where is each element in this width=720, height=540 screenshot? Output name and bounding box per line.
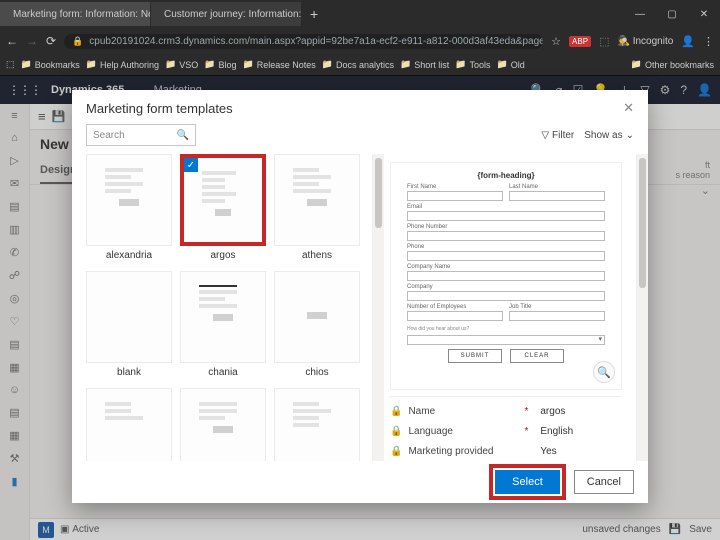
settings-icon[interactable]: ⚙ (660, 83, 671, 97)
template-metadata: 🔒 Name * argos 🔒 Language * English 🔒 Ma… (390, 396, 622, 461)
meta-lang-value: English (540, 426, 573, 437)
grid-scrollbar[interactable] (372, 154, 384, 461)
meta-lang-label: Language (408, 426, 518, 437)
cancel-button[interactable]: Cancel (574, 470, 634, 494)
lock-icon: 🔒 (72, 36, 83, 47)
select-button[interactable]: Select (495, 470, 560, 494)
nav-back-icon[interactable]: ← (6, 34, 18, 48)
browser-tab[interactable]: Marketing form: Information: Ne × (0, 2, 150, 26)
tab-label: Customer journey: Information: (164, 9, 301, 20)
favorite-icon[interactable]: ☆ (551, 35, 561, 48)
search-input[interactable]: Search 🔍 (86, 124, 196, 146)
lock-icon: 🔒 (390, 426, 402, 437)
window-buttons: — ▢ ✕ (624, 9, 720, 20)
template-card[interactable]: corfu (86, 388, 172, 461)
nav-forward-icon[interactable]: → (26, 34, 38, 48)
window-minimize[interactable]: — (624, 9, 656, 20)
bookmark-folder[interactable]: Old (496, 59, 524, 70)
browser-menu-icon[interactable]: ⋮ (703, 35, 714, 48)
help-icon[interactable]: ? (680, 83, 687, 97)
new-tab-button[interactable]: + (302, 6, 326, 22)
preview-heading: {form-heading} (407, 171, 605, 180)
bookmark-folder[interactable]: Docs analytics (322, 59, 394, 70)
check-icon: ✓ (184, 158, 198, 172)
bookmarks-bar: ⬚ Bookmarks Help Authoring VSO Blog Rele… (0, 54, 720, 76)
bookmark-folder[interactable]: Tools (455, 59, 490, 70)
template-label: athens (274, 246, 360, 263)
url-text: cpub20191024.crm3.dynamics.com/main.aspx… (89, 36, 543, 47)
tab-label: Marketing form: Information: Ne (13, 9, 150, 20)
bookmark-folder[interactable]: VSO (165, 59, 198, 70)
preview-clear: CLEAR (510, 349, 564, 363)
user-avatar-icon[interactable]: 👤 (697, 83, 712, 97)
browser-tabstrip: Marketing form: Information: Ne × Custom… (0, 0, 720, 28)
profile-icon[interactable]: 👤 (681, 35, 695, 48)
search-icon: 🔍 (177, 130, 189, 141)
template-label: chania (180, 363, 266, 380)
preview-scrollbar[interactable] (636, 154, 648, 461)
chevron-down-icon: ⌄ (626, 130, 634, 141)
window-maximize[interactable]: ▢ (656, 9, 688, 20)
template-card[interactable]: blank (86, 271, 172, 380)
bookmark-folder[interactable]: Help Authoring (86, 59, 159, 70)
search-placeholder: Search (93, 130, 125, 141)
template-label: chios (274, 363, 360, 380)
template-label: argos (180, 246, 266, 263)
window-close[interactable]: ✕ (688, 9, 720, 20)
template-card[interactable]: alexandria (86, 154, 172, 263)
template-card[interactable]: athens (274, 154, 360, 263)
select-highlight: Select (489, 464, 566, 500)
lock-icon: 🔒 (390, 406, 402, 417)
template-label: alexandria (86, 246, 172, 263)
bookmark-folder[interactable]: Release Notes (242, 59, 315, 70)
extension-icon[interactable]: ⬚ (599, 35, 609, 48)
bookmark-folder[interactable]: Short list (400, 59, 449, 70)
funnel-icon: ▽ (541, 130, 549, 141)
preview-canvas: {form-heading} First Name Last Name Emai… (390, 162, 622, 390)
template-card[interactable]: chios (274, 271, 360, 380)
zoom-icon[interactable]: 🔍 (593, 361, 615, 383)
meta-prov-value: Yes (540, 446, 556, 457)
template-card[interactable]: chania (180, 271, 266, 380)
preview-submit: SUBMIT (448, 349, 502, 363)
other-bookmarks[interactable]: Other bookmarks (631, 59, 714, 70)
nav-reload-icon[interactable]: ⟳ (46, 34, 56, 48)
template-card[interactable]: ✓ argos (180, 154, 266, 263)
bookmark-folder[interactable]: Blog (204, 59, 236, 70)
template-picker-dialog: Marketing form templates ✕ Search 🔍 ▽Fil… (72, 90, 648, 503)
incognito-badge: 🕵 Incognito (617, 36, 673, 47)
meta-name-label: Name (408, 406, 518, 417)
template-card[interactable]: heraklion (180, 388, 266, 461)
preview-pane: {form-heading} First Name Last Name Emai… (384, 154, 636, 461)
dialog-close-icon[interactable]: ✕ (623, 100, 634, 116)
template-grid: alexandria ✓ argos athens blank chania (72, 154, 372, 461)
adblock-icon[interactable]: ABP (569, 36, 591, 47)
lock-icon: 🔒 (390, 446, 402, 457)
browser-tab[interactable]: Customer journey: Information: × (151, 2, 301, 26)
meta-prov-label: Marketing provided (408, 446, 518, 457)
browser-toolbar: ← → ⟳ 🔒 cpub20191024.crm3.dynamics.com/m… (0, 28, 720, 54)
dialog-footer: Select Cancel (72, 461, 648, 503)
bookmark-folder[interactable]: Bookmarks (21, 59, 80, 70)
template-label: blank (86, 363, 172, 380)
showas-button[interactable]: Show as⌄ (584, 130, 634, 141)
address-bar[interactable]: 🔒 cpub20191024.crm3.dynamics.com/main.as… (64, 34, 543, 49)
meta-name-value: argos (540, 406, 565, 417)
dialog-title: Marketing form templates (86, 101, 233, 116)
template-card[interactable]: kalamata (274, 388, 360, 461)
app-launcher-icon[interactable]: ⋮⋮⋮ (8, 83, 41, 97)
filter-button[interactable]: ▽Filter (541, 130, 574, 141)
apps-icon[interactable]: ⬚ (6, 59, 15, 70)
